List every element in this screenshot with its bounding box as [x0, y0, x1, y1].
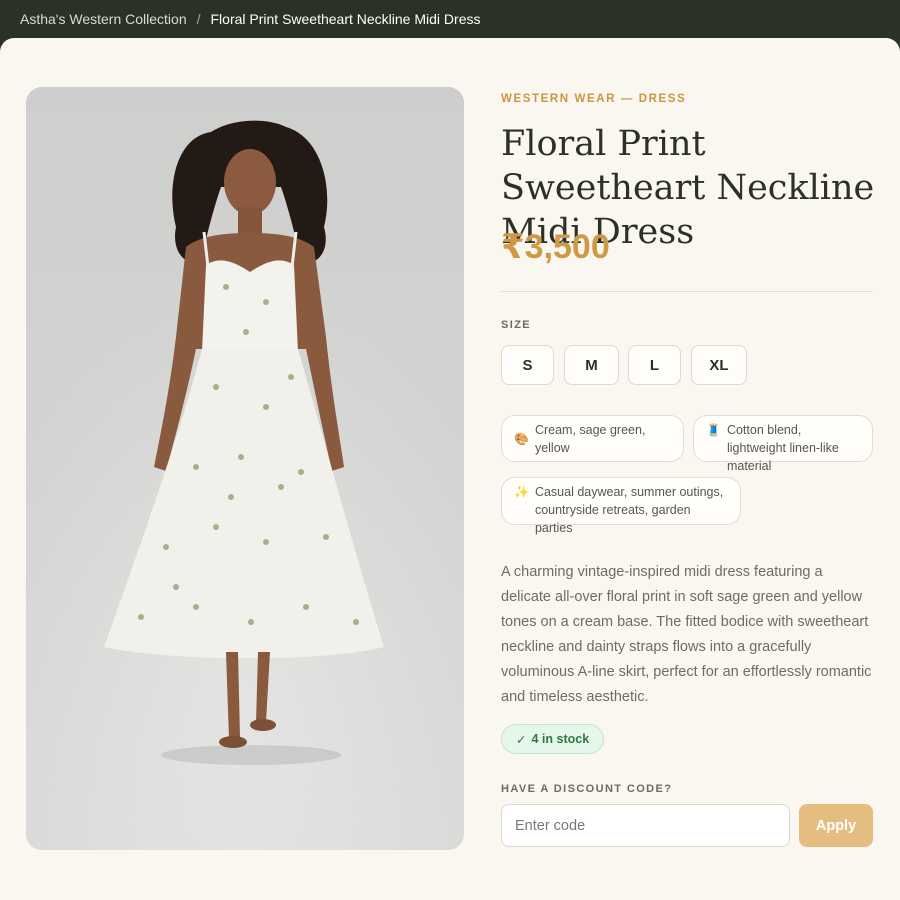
size-option-m[interactable]: M: [564, 345, 619, 385]
attribute-chip-material: 🧵 Cotton blend, lightweight linen-like m…: [693, 415, 873, 473]
breadcrumb-current-page: Floral Print Sweetheart Neckline Midi Dr…: [210, 11, 481, 27]
product-price: ₹3,500: [501, 228, 610, 266]
attribute-material-line1: Cotton blend,: [726, 423, 802, 437]
attribute-chip-occasion: ✨ Casual daywear, summer outings, countr…: [501, 477, 741, 535]
size-label: SIZE: [501, 319, 532, 331]
stock-badge: ✓ 4 in stock: [501, 724, 605, 754]
check-icon: ✓: [516, 732, 527, 747]
product-page: WESTERN WEAR — DRESS Floral Print Sweeth…: [0, 38, 900, 900]
thread-icon: 🧵: [706, 423, 721, 437]
palette-icon: 🎨: [514, 431, 529, 446]
attribute-occasion-line1: Casual daywear, summer outings,: [534, 485, 724, 499]
size-option-xl[interactable]: XL: [691, 345, 747, 385]
sparkles-icon: ✨: [514, 485, 529, 499]
attribute-material-line2: lightweight linen-like material: [726, 441, 839, 473]
model-dress-illustration: [26, 87, 464, 850]
attribute-occasion-line2: countryside retreats, garden parties: [534, 503, 691, 535]
discount-code-input[interactable]: [501, 804, 790, 847]
breadcrumb-separator: /: [196, 11, 201, 27]
breadcrumb: Astha's Western Collection / Floral Prin…: [0, 0, 900, 38]
stock-text: 4 in stock: [531, 732, 590, 746]
product-description: A charming vintage-inspired midi dress f…: [501, 564, 872, 705]
discount-label: HAVE A DISCOUNT CODE?: [501, 783, 673, 795]
divider: [501, 291, 873, 292]
attribute-occasion-text: Casual daywear, summer outings, countrys…: [535, 483, 728, 537]
apply-discount-button[interactable]: Apply: [799, 804, 873, 847]
product-image: [26, 87, 464, 850]
breadcrumb-store-link[interactable]: Astha's Western Collection: [20, 11, 187, 27]
product-category: WESTERN WEAR — DRESS: [501, 93, 687, 105]
size-option-s[interactable]: S: [501, 345, 554, 385]
attribute-chip-colors: 🎨 Cream, sage green, yellow: [501, 415, 684, 462]
attribute-colors-text: Cream, sage green, yellow: [534, 422, 646, 455]
attribute-material-text: Cotton blend, lightweight linen-like mat…: [727, 421, 860, 475]
size-option-l[interactable]: L: [628, 345, 681, 385]
